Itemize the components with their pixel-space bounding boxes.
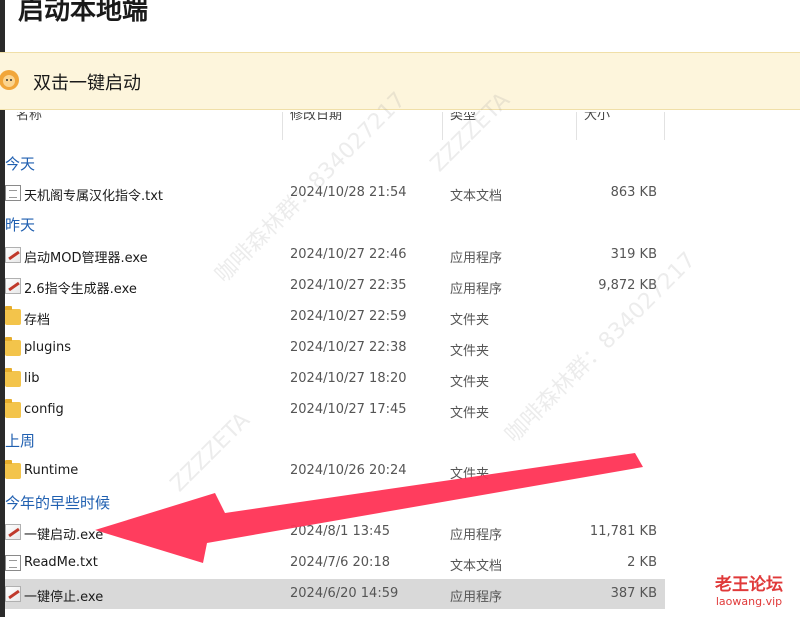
file-row[interactable]: 天机阁专属汉化指令.txt 2024/10/28 21:54 文本文档 863 … bbox=[0, 178, 800, 208]
file-type: 应用程序 bbox=[450, 528, 503, 543]
group-header-today[interactable]: 今天 bbox=[5, 153, 35, 174]
file-size: 11,781 KB bbox=[589, 524, 657, 539]
file-name: 2.6指令生成器.exe bbox=[24, 282, 137, 297]
folder-row[interactable]: config 2024/10/27 17:45 文件夹 bbox=[0, 395, 800, 425]
folder-name: plugins bbox=[24, 340, 71, 355]
file-row[interactable]: ReadMe.txt 2024/7/6 20:18 文本文档 2 KB bbox=[0, 548, 800, 578]
text-file-icon bbox=[5, 555, 21, 571]
file-name: 一键启动.exe bbox=[24, 528, 104, 543]
column-size-header[interactable]: 大小 bbox=[584, 112, 610, 123]
group-header-yesterday[interactable]: 昨天 bbox=[5, 214, 35, 235]
file-size: 863 KB bbox=[610, 185, 657, 200]
file-name: ReadMe.txt bbox=[24, 555, 98, 570]
folder-type: 文件夹 bbox=[450, 344, 490, 359]
column-date-header[interactable]: 修改日期 bbox=[290, 112, 342, 123]
file-size: 387 KB bbox=[610, 586, 657, 601]
group-header-earlier-this-year[interactable]: 今年的早些时候 bbox=[5, 492, 110, 513]
folder-icon bbox=[5, 368, 21, 387]
column-divider[interactable] bbox=[442, 112, 443, 140]
folder-date: 2024/10/27 17:45 bbox=[290, 402, 407, 417]
folder-name: config bbox=[24, 402, 64, 417]
folder-icon bbox=[5, 337, 21, 356]
file-date: 2024/7/6 20:18 bbox=[290, 555, 390, 570]
file-name: 天机阁专属汉化指令.txt bbox=[24, 189, 164, 204]
forum-logo: 老王论坛 laowang.vip bbox=[704, 570, 794, 608]
file-row[interactable]: 2.6指令生成器.exe 2024/10/27 22:35 应用程序 9,872… bbox=[0, 271, 800, 301]
application-icon bbox=[5, 247, 21, 263]
folder-icon bbox=[5, 306, 21, 325]
column-name-header[interactable]: 名称 bbox=[16, 112, 42, 123]
application-icon bbox=[5, 278, 21, 294]
folder-row[interactable]: 存档 2024/10/27 22:59 文件夹 bbox=[0, 302, 800, 332]
file-size: 2 KB bbox=[627, 555, 657, 570]
lion-mascot-icon bbox=[0, 67, 20, 93]
group-header-last-week[interactable]: 上周 bbox=[5, 430, 35, 451]
folder-row[interactable]: lib 2024/10/27 18:20 文件夹 bbox=[0, 364, 800, 394]
column-divider[interactable] bbox=[282, 112, 283, 140]
folder-date: 2024/10/26 20:24 bbox=[290, 463, 407, 478]
folder-type: 文件夹 bbox=[450, 467, 490, 482]
logo-url: laowang.vip bbox=[715, 595, 783, 608]
folder-type: 文件夹 bbox=[450, 375, 490, 390]
explorer-window: 启动本地端 双击一键启动 名称 修改日期 类型 大小 今天 天机阁专属汉化指令.… bbox=[0, 0, 800, 617]
file-row-selected[interactable]: 一键停止.exe 2024/6/20 14:59 应用程序 387 KB bbox=[5, 579, 665, 609]
folder-name: 存档 bbox=[24, 313, 51, 328]
file-type: 文本文档 bbox=[450, 189, 503, 204]
file-name: 一键停止.exe bbox=[24, 590, 104, 605]
instruction-banner: 双击一键启动 bbox=[0, 52, 800, 110]
logo-title: 老王论坛 bbox=[715, 575, 783, 595]
file-size: 9,872 KB bbox=[598, 278, 657, 293]
column-header-row: 名称 修改日期 类型 大小 bbox=[0, 112, 800, 144]
file-type: 文本文档 bbox=[450, 559, 503, 574]
file-size: 319 KB bbox=[610, 247, 657, 262]
text-file-icon bbox=[5, 185, 21, 201]
folder-icon bbox=[5, 460, 21, 479]
folder-row[interactable]: plugins 2024/10/27 22:38 文件夹 bbox=[0, 333, 800, 363]
file-row[interactable]: 启动MOD管理器.exe 2024/10/27 22:46 应用程序 319 K… bbox=[0, 240, 800, 270]
banner-text: 双击一键启动 bbox=[33, 73, 141, 94]
file-date: 2024/10/28 21:54 bbox=[290, 185, 407, 200]
folder-date: 2024/10/27 22:38 bbox=[290, 340, 407, 355]
file-date: 2024/10/27 22:35 bbox=[290, 278, 407, 293]
application-icon bbox=[5, 586, 21, 602]
folder-name: Runtime bbox=[24, 463, 79, 478]
file-type: 应用程序 bbox=[450, 282, 503, 297]
file-type: 应用程序 bbox=[450, 590, 503, 605]
file-date: 2024/6/20 14:59 bbox=[290, 586, 399, 601]
folder-date: 2024/10/27 18:20 bbox=[290, 371, 407, 386]
application-icon bbox=[5, 524, 21, 540]
column-type-header[interactable]: 类型 bbox=[450, 112, 476, 123]
folder-icon bbox=[5, 399, 21, 418]
folder-name: lib bbox=[24, 371, 40, 386]
column-divider[interactable] bbox=[664, 112, 665, 140]
file-name: 启动MOD管理器.exe bbox=[24, 251, 148, 266]
column-divider[interactable] bbox=[576, 112, 577, 140]
file-type: 应用程序 bbox=[450, 251, 503, 266]
folder-date: 2024/10/27 22:59 bbox=[290, 309, 407, 324]
file-date: 2024/8/1 13:45 bbox=[290, 524, 390, 539]
folder-type: 文件夹 bbox=[450, 313, 490, 328]
file-row[interactable]: 一键启动.exe 2024/8/1 13:45 应用程序 11,781 KB bbox=[0, 517, 800, 547]
folder-type: 文件夹 bbox=[450, 406, 490, 421]
folder-row[interactable]: Runtime 2024/10/26 20:24 文件夹 bbox=[0, 456, 800, 486]
file-date: 2024/10/27 22:46 bbox=[290, 247, 407, 262]
page-title: 启动本地端 bbox=[18, 0, 149, 26]
